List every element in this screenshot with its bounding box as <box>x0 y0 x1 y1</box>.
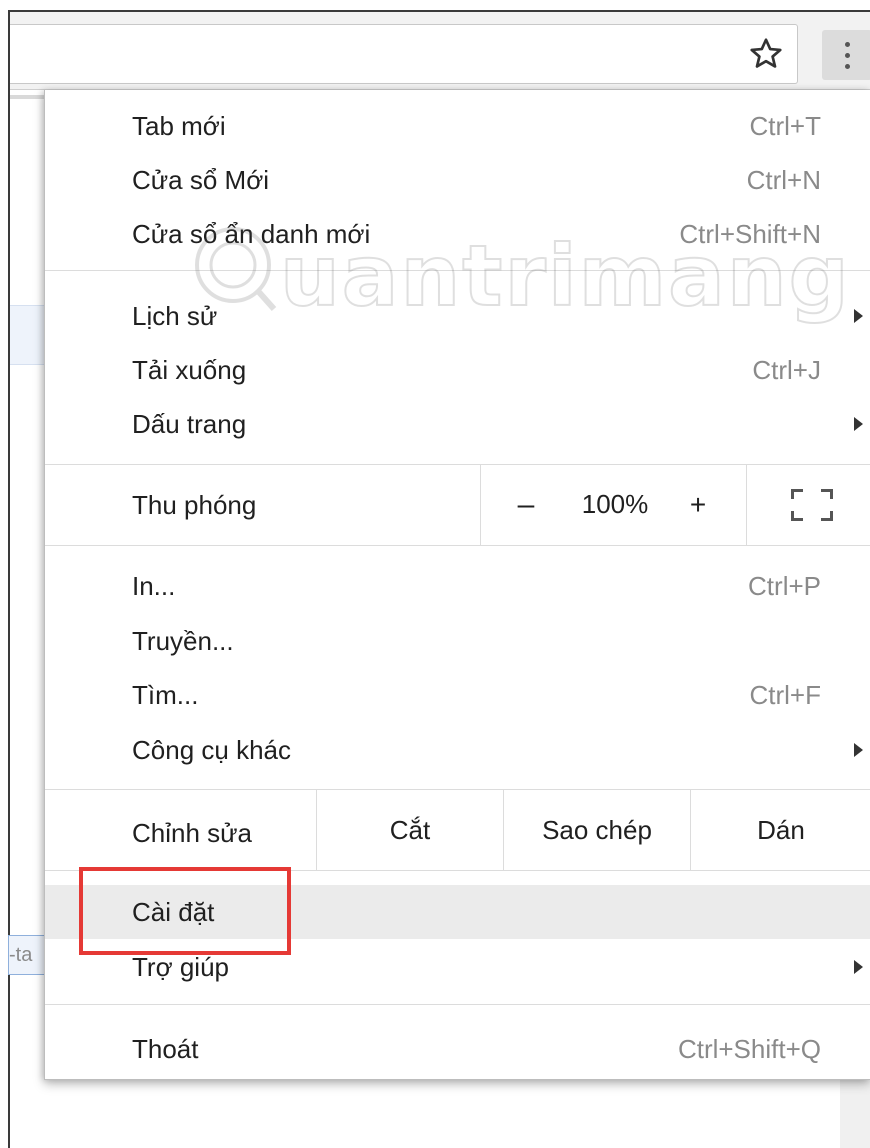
menu-item-new-window[interactable]: Cửa sổ Mới Ctrl+N <box>45 153 870 207</box>
menu-item-bookmarks[interactable]: Dấu trang <box>45 397 870 451</box>
menu-item-exit[interactable]: Thoát Ctrl+Shift+Q <box>45 1022 870 1076</box>
menu-separator <box>45 870 870 871</box>
star-icon[interactable] <box>748 36 784 72</box>
zoom-out-button[interactable]: – <box>501 465 551 545</box>
menu-item-new-incognito-window[interactable]: Cửa sổ ẩn danh mới Ctrl+Shift+N <box>45 207 870 261</box>
menu-separator <box>45 545 870 546</box>
zoom-row: Thu phóng – 100% + <box>45 465 870 545</box>
zoom-label: Thu phóng <box>132 490 257 520</box>
menu-item-downloads[interactable]: Tải xuống Ctrl+J <box>45 343 870 397</box>
menu-item-history[interactable]: Lịch sử <box>45 289 870 343</box>
edit-label: Chỉnh sửa <box>132 818 253 848</box>
menu-item-help[interactable]: Trợ giúp <box>45 940 870 994</box>
address-bar[interactable] <box>10 24 798 84</box>
menu-item-more-tools[interactable]: Công cụ khác <box>45 723 870 777</box>
menu-item-find[interactable]: Tìm... Ctrl+F <box>45 668 870 722</box>
cut-button[interactable]: Cắt <box>317 790 503 870</box>
menu-item-cast[interactable]: Truyền... <box>45 614 870 668</box>
zoom-in-button[interactable]: + <box>673 465 723 545</box>
page-scroll-area <box>840 1080 870 1148</box>
zoom-level: 100% <box>581 489 649 519</box>
submenu-arrow-icon <box>854 960 863 974</box>
three-dots-vertical-icon[interactable] <box>822 30 870 80</box>
fullscreen-icon[interactable] <box>791 489 833 521</box>
page-content-behind: -ta <box>8 90 48 1148</box>
edit-row: Chỉnh sửa Cắt Sao chép Dán <box>45 790 870 870</box>
chrome-main-menu: Tab mới Ctrl+T Cửa sổ Mới Ctrl+N Cửa sổ … <box>44 90 870 1080</box>
copy-button[interactable]: Sao chép <box>504 790 690 870</box>
menu-separator <box>45 270 870 271</box>
browser-toolbar <box>10 12 870 90</box>
paste-button[interactable]: Dán <box>691 790 870 870</box>
menu-item-print[interactable]: In... Ctrl+P <box>45 559 870 613</box>
submenu-arrow-icon <box>854 309 863 323</box>
page-input-partial: -ta <box>8 935 48 975</box>
menu-separator <box>45 1004 870 1005</box>
menu-item-settings[interactable]: Cài đặt <box>45 885 870 939</box>
menu-item-new-tab[interactable]: Tab mới Ctrl+T <box>45 99 870 153</box>
submenu-arrow-icon <box>854 743 863 757</box>
submenu-arrow-icon <box>854 417 863 431</box>
